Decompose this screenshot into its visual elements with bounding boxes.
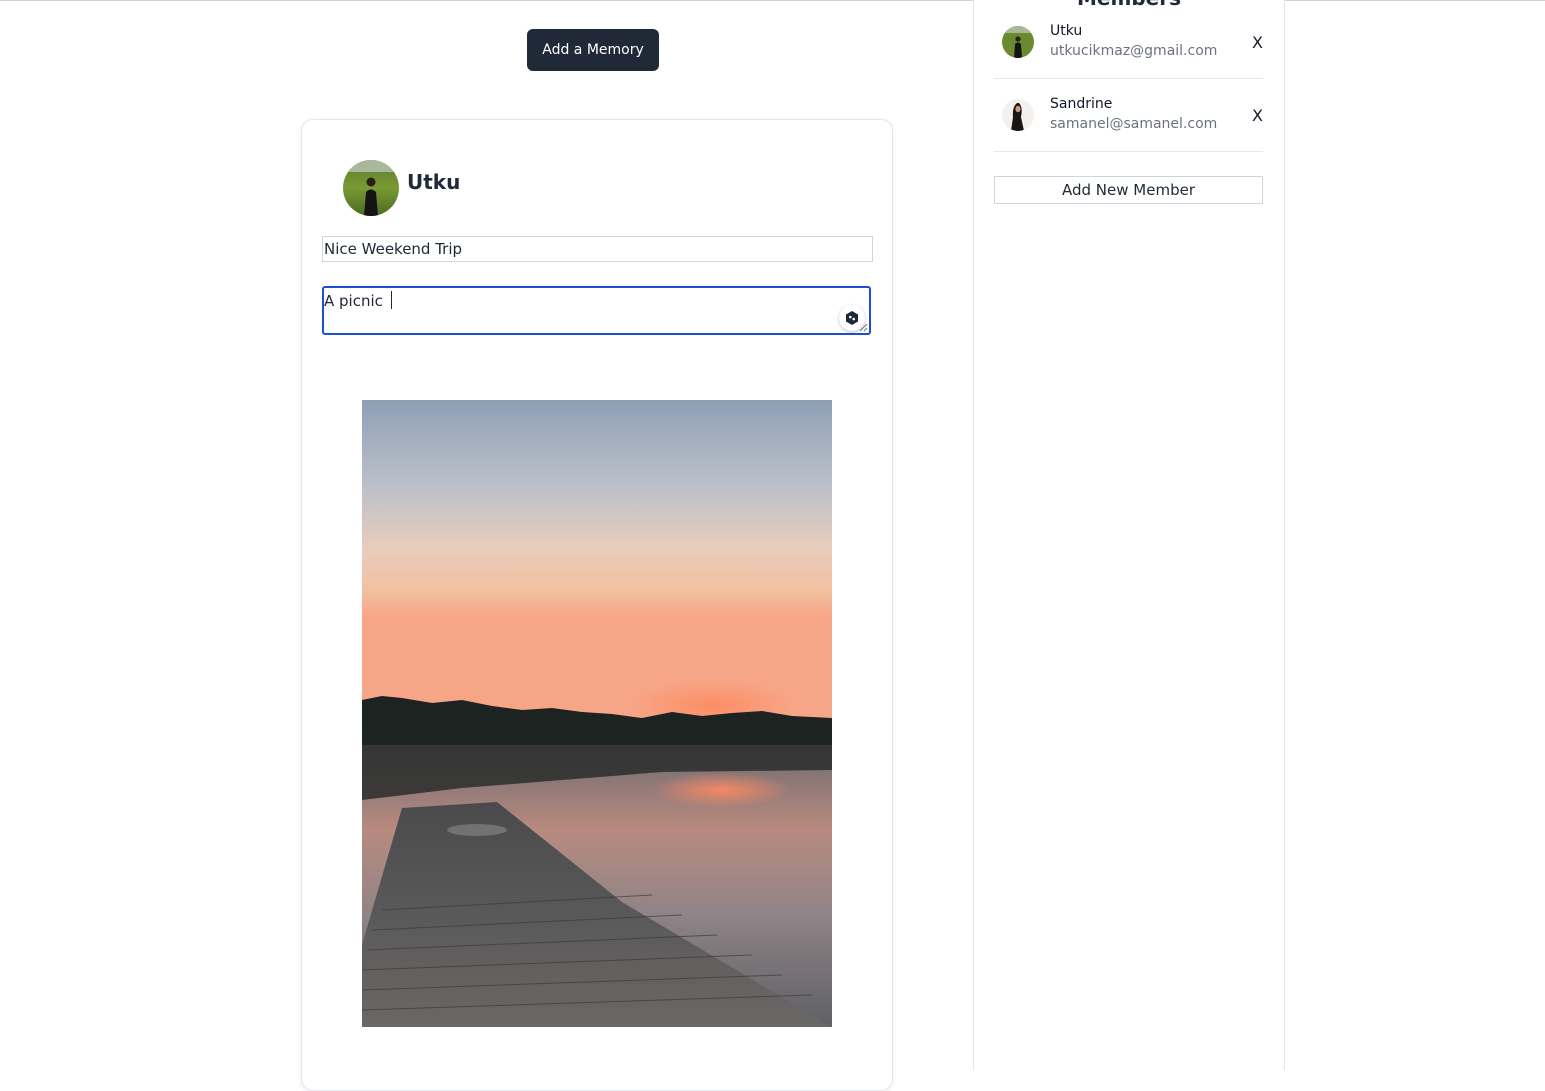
author-avatar <box>343 160 399 216</box>
add-memory-button[interactable]: Add a Memory <box>527 29 659 71</box>
memory-photo <box>362 400 832 1027</box>
memory-description-text: A picnic <box>324 291 392 310</box>
author-name: Utku <box>407 170 461 194</box>
member-email: utkucikmaz@gmail.com <box>1050 43 1218 59</box>
top-divider <box>0 0 1545 1</box>
members-panel: Members Utku utkucikmaz@gmail.com X Sand… <box>973 0 1285 1070</box>
memory-card: Utku A picnic <box>301 119 893 1091</box>
member-avatar <box>1002 26 1034 58</box>
memory-description-textarea[interactable]: A picnic <box>322 286 871 335</box>
member-email: samanel@samanel.com <box>1050 116 1218 132</box>
remove-member-button[interactable]: X <box>1252 33 1263 52</box>
member-row: Utku utkucikmaz@gmail.com X <box>994 6 1263 79</box>
member-avatar <box>1002 99 1034 131</box>
member-name: Utku <box>1050 23 1083 39</box>
resize-handle-icon[interactable] <box>859 323 868 332</box>
text-caret <box>390 291 392 309</box>
remove-member-button[interactable]: X <box>1252 106 1263 125</box>
member-row: Sandrine samanel@samanel.com X <box>994 79 1263 152</box>
add-new-member-button[interactable]: Add New Member <box>994 176 1263 204</box>
member-name: Sandrine <box>1050 96 1113 112</box>
memory-title-input[interactable] <box>322 236 873 262</box>
